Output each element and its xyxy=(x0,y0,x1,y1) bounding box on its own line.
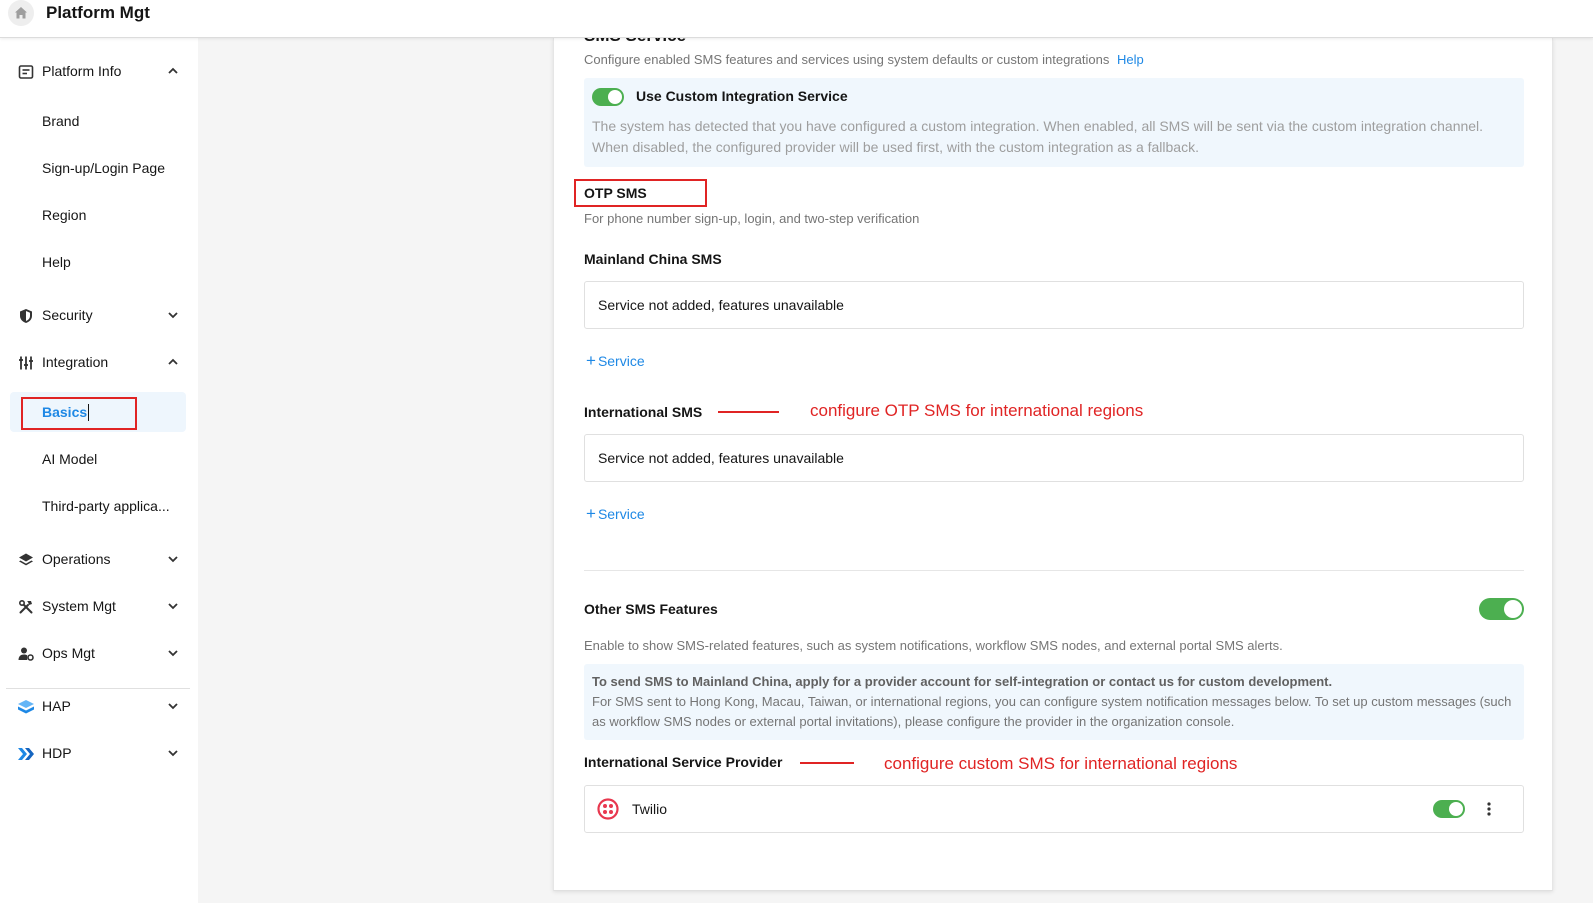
other-sms-description: Enable to show SMS-related features, suc… xyxy=(584,638,1283,653)
chevron-down-icon xyxy=(168,556,178,563)
sliders-icon xyxy=(17,354,35,372)
other-sms-toggle[interactable] xyxy=(1479,598,1524,620)
nav-group-security[interactable]: Security xyxy=(0,295,198,335)
twilio-logo-icon xyxy=(597,798,619,820)
sidebar: Platform Info Brand Sign-up/Login Page R… xyxy=(0,38,198,903)
mainland-sms-title: Mainland China SMS xyxy=(584,251,722,267)
sidebar-item-label: Brand xyxy=(42,113,80,129)
top-bar: Platform Mgt xyxy=(0,0,1593,38)
international-sms-status: Service not added, features unavailable xyxy=(598,450,844,466)
home-icon xyxy=(15,7,27,19)
nav-group-label: Operations xyxy=(42,551,111,567)
chevron-down-icon xyxy=(168,312,178,319)
nav-group-operations[interactable]: Operations xyxy=(0,539,198,579)
international-sms-status-field: Service not added, features unavailable xyxy=(584,434,1524,482)
nav-group-label: HAP xyxy=(42,698,71,714)
add-international-service-button[interactable]: + Service xyxy=(586,504,645,524)
custom-integration-label: Use Custom Integration Service xyxy=(636,88,848,104)
nav-group-label: Platform Info xyxy=(42,63,122,79)
international-sms-title: International SMS xyxy=(584,404,703,420)
sidebar-item-label: Help xyxy=(42,254,71,270)
sidebar-item-help[interactable]: Help xyxy=(10,242,186,282)
plus-icon: + xyxy=(586,351,596,370)
chevron-down-icon xyxy=(168,703,178,710)
otp-sms-description: For phone number sign-up, login, and two… xyxy=(584,211,920,226)
layers-icon xyxy=(17,551,35,569)
chevron-down-icon xyxy=(168,750,178,757)
custom-integration-toggle[interactable] xyxy=(592,88,624,106)
add-mainland-service-button[interactable]: + Service xyxy=(586,351,645,371)
tools-icon xyxy=(17,598,35,616)
nav-group-label: Ops Mgt xyxy=(42,645,95,661)
add-service-label: Service xyxy=(597,353,645,369)
section-title: SMS Service xyxy=(584,38,686,46)
annotation-line xyxy=(718,411,779,413)
nav-group-label: HDP xyxy=(42,745,72,761)
nav-group-integration[interactable]: Integration xyxy=(0,342,198,382)
nav-group-platform-info[interactable]: Platform Info xyxy=(0,51,198,91)
annotation-line xyxy=(800,762,854,764)
sidebar-item-ai-model[interactable]: AI Model xyxy=(10,439,186,479)
hap-logo-icon xyxy=(17,698,35,716)
info-card-icon xyxy=(17,63,35,81)
nav-group-label: System Mgt xyxy=(42,598,116,614)
mainland-sms-status-field: Service not added, features unavailable xyxy=(584,281,1524,329)
app-title: Platform Mgt xyxy=(46,3,150,22)
sidebar-item-label: AI Model xyxy=(42,451,98,467)
add-service-label: Service xyxy=(597,506,645,522)
other-sms-note-text: For SMS sent to Hong Kong, Macau, Taiwan… xyxy=(592,694,1512,729)
sidebar-item-brand[interactable]: Brand xyxy=(10,101,186,141)
home-button[interactable] xyxy=(8,0,34,26)
sidebar-item-label: Sign-up/Login Page xyxy=(42,160,165,176)
chevron-down-icon xyxy=(168,603,178,610)
sidebar-item-label: Third-party applica... xyxy=(42,498,170,514)
highlight-box xyxy=(21,397,137,430)
plus-icon: + xyxy=(586,504,596,523)
section-description-text: Configure enabled SMS features and servi… xyxy=(584,52,1110,67)
chevron-up-icon xyxy=(168,67,178,74)
help-link[interactable]: Help xyxy=(1117,52,1144,67)
chevron-down-icon xyxy=(168,650,178,657)
otp-sms-title: OTP SMS xyxy=(584,185,647,201)
more-options-icon[interactable] xyxy=(1487,802,1491,816)
twilio-toggle[interactable] xyxy=(1433,800,1465,818)
custom-integration-box: Use Custom Integration Service The syste… xyxy=(584,78,1524,167)
hdp-logo-icon xyxy=(17,745,35,763)
user-gear-icon xyxy=(17,645,35,663)
other-sms-note-box: To send SMS to Mainland China, apply for… xyxy=(584,664,1524,740)
nav-group-label: Integration xyxy=(42,354,109,370)
sidebar-item-label: Region xyxy=(42,207,87,223)
other-sms-note-bold: To send SMS to Mainland China, apply for… xyxy=(592,674,1333,689)
nav-group-hap[interactable]: HAP xyxy=(0,686,198,726)
annotation-custom-international: configure custom SMS for international r… xyxy=(884,754,1238,773)
text-cursor xyxy=(88,404,89,421)
nav-group-ops-mgt[interactable]: Ops Mgt xyxy=(0,633,198,673)
sidebar-item-region[interactable]: Region xyxy=(10,195,186,235)
provider-title: International Service Provider xyxy=(584,754,783,770)
sidebar-item-signup-login[interactable]: Sign-up/Login Page xyxy=(10,148,186,188)
custom-integration-description: The system has detected that you have co… xyxy=(592,118,1484,155)
nav-group-hdp[interactable]: HDP xyxy=(0,733,198,773)
section-divider xyxy=(584,570,1524,571)
nav-group-label: Security xyxy=(42,307,93,323)
twilio-provider-row[interactable]: Twilio xyxy=(584,785,1524,833)
nav-group-system-mgt[interactable]: System Mgt xyxy=(0,586,198,626)
other-sms-title: Other SMS Features xyxy=(584,601,718,617)
provider-name: Twilio xyxy=(632,801,668,817)
mainland-sms-status: Service not added, features unavailable xyxy=(598,297,844,313)
shield-icon xyxy=(17,307,35,325)
sms-settings-panel: SMS Service Configure enabled SMS featur… xyxy=(553,38,1553,891)
sidebar-item-third-party[interactable]: Third-party applica... xyxy=(10,486,186,526)
chevron-up-icon xyxy=(168,358,178,365)
annotation-otp-international: configure OTP SMS for international regi… xyxy=(810,401,1144,420)
section-description: Configure enabled SMS features and servi… xyxy=(584,52,1144,67)
